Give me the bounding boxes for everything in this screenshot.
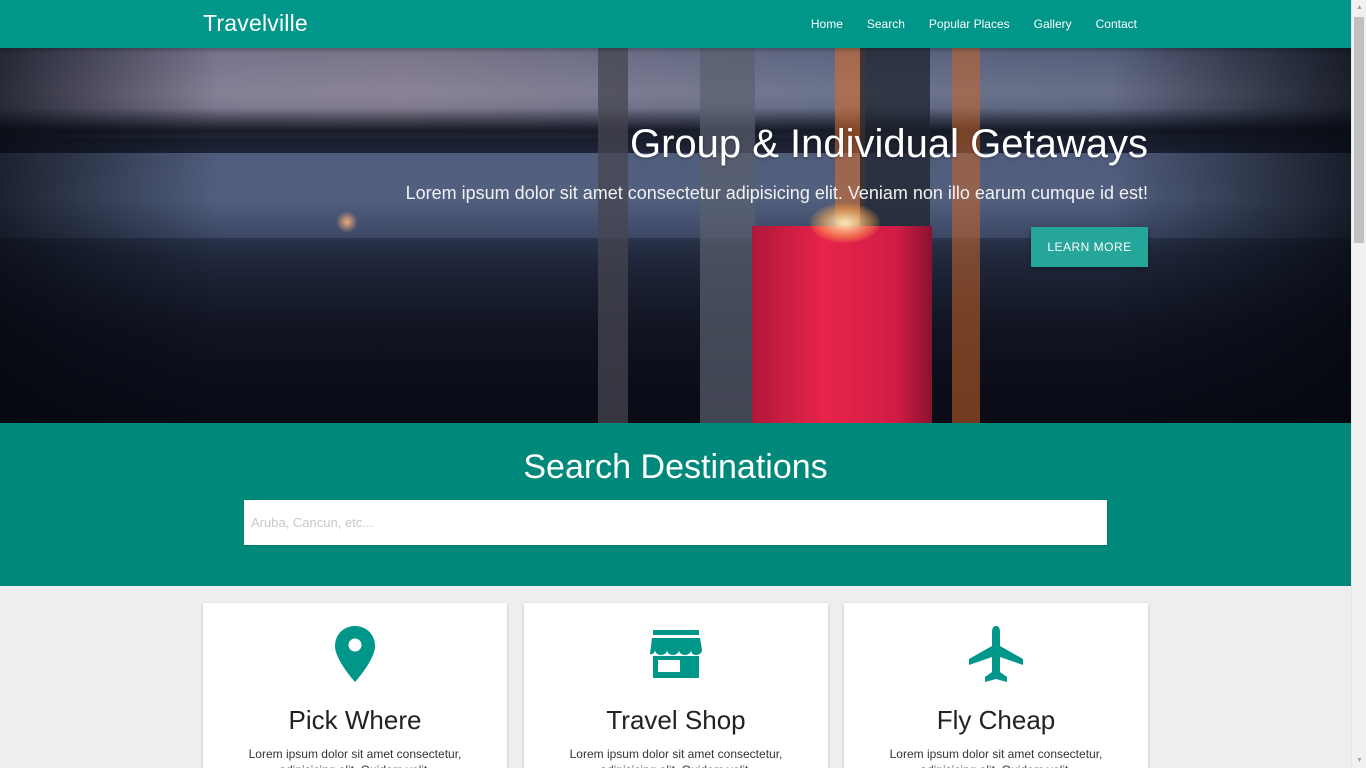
learn-more-button[interactable]: LEARN MORE [1031,227,1148,267]
nav-link-search[interactable]: Search [867,17,905,31]
scroll-down-arrow-icon[interactable]: ▼ [1352,753,1366,768]
nav-link-popular-places[interactable]: Popular Places [929,17,1010,31]
airplane-icon [844,625,1148,685]
nav-link-home[interactable]: Home [811,17,843,31]
vertical-scrollbar[interactable]: ▲ ▼ [1351,0,1366,768]
card-text: Lorem ipsum dolor sit amet consectetur, … [569,747,783,768]
scrollbar-thumb[interactable] [1354,17,1364,243]
nav-link-gallery[interactable]: Gallery [1034,17,1072,31]
hero-title: Group & Individual Getaways [629,122,1148,166]
card-title: Pick Where [288,705,422,735]
store-icon [524,625,828,685]
search-title: Search Destinations [523,448,828,486]
card-title: Travel Shop [606,705,746,735]
card-text: Lorem ipsum dolor sit amet consectetur, … [889,747,1103,768]
card-fly-cheap: Fly Cheap Lorem ipsum dolor sit amet con… [844,603,1148,768]
navbar: Travelville Home Search Popular Places G… [0,0,1351,48]
nav-links: Home Search Popular Places Gallery Conta… [787,0,1137,48]
page: Travelville Home Search Popular Places G… [0,0,1351,768]
search-section: Search Destinations [0,423,1351,586]
hero-subtitle: Lorem ipsum dolor sit amet consectetur a… [405,183,1148,203]
nav-link-contact[interactable]: Contact [1096,17,1137,31]
brand-logo-link[interactable]: Travelville [203,10,308,37]
map-pin-icon [203,625,507,685]
card-travel-shop: Travel Shop Lorem ipsum dolor sit amet c… [524,603,828,768]
scroll-up-arrow-icon[interactable]: ▲ [1352,0,1366,15]
card-pick-where: Pick Where Lorem ipsum dolor sit amet co… [203,603,507,768]
card-title: Fly Cheap [936,705,1056,735]
feature-cards: Pick Where Lorem ipsum dolor sit amet co… [203,603,1148,768]
destination-search-input[interactable] [244,500,1107,545]
hero-section: Group & Individual Getaways Lorem ipsum … [0,48,1351,423]
card-text: Lorem ipsum dolor sit amet consectetur, … [248,747,462,768]
